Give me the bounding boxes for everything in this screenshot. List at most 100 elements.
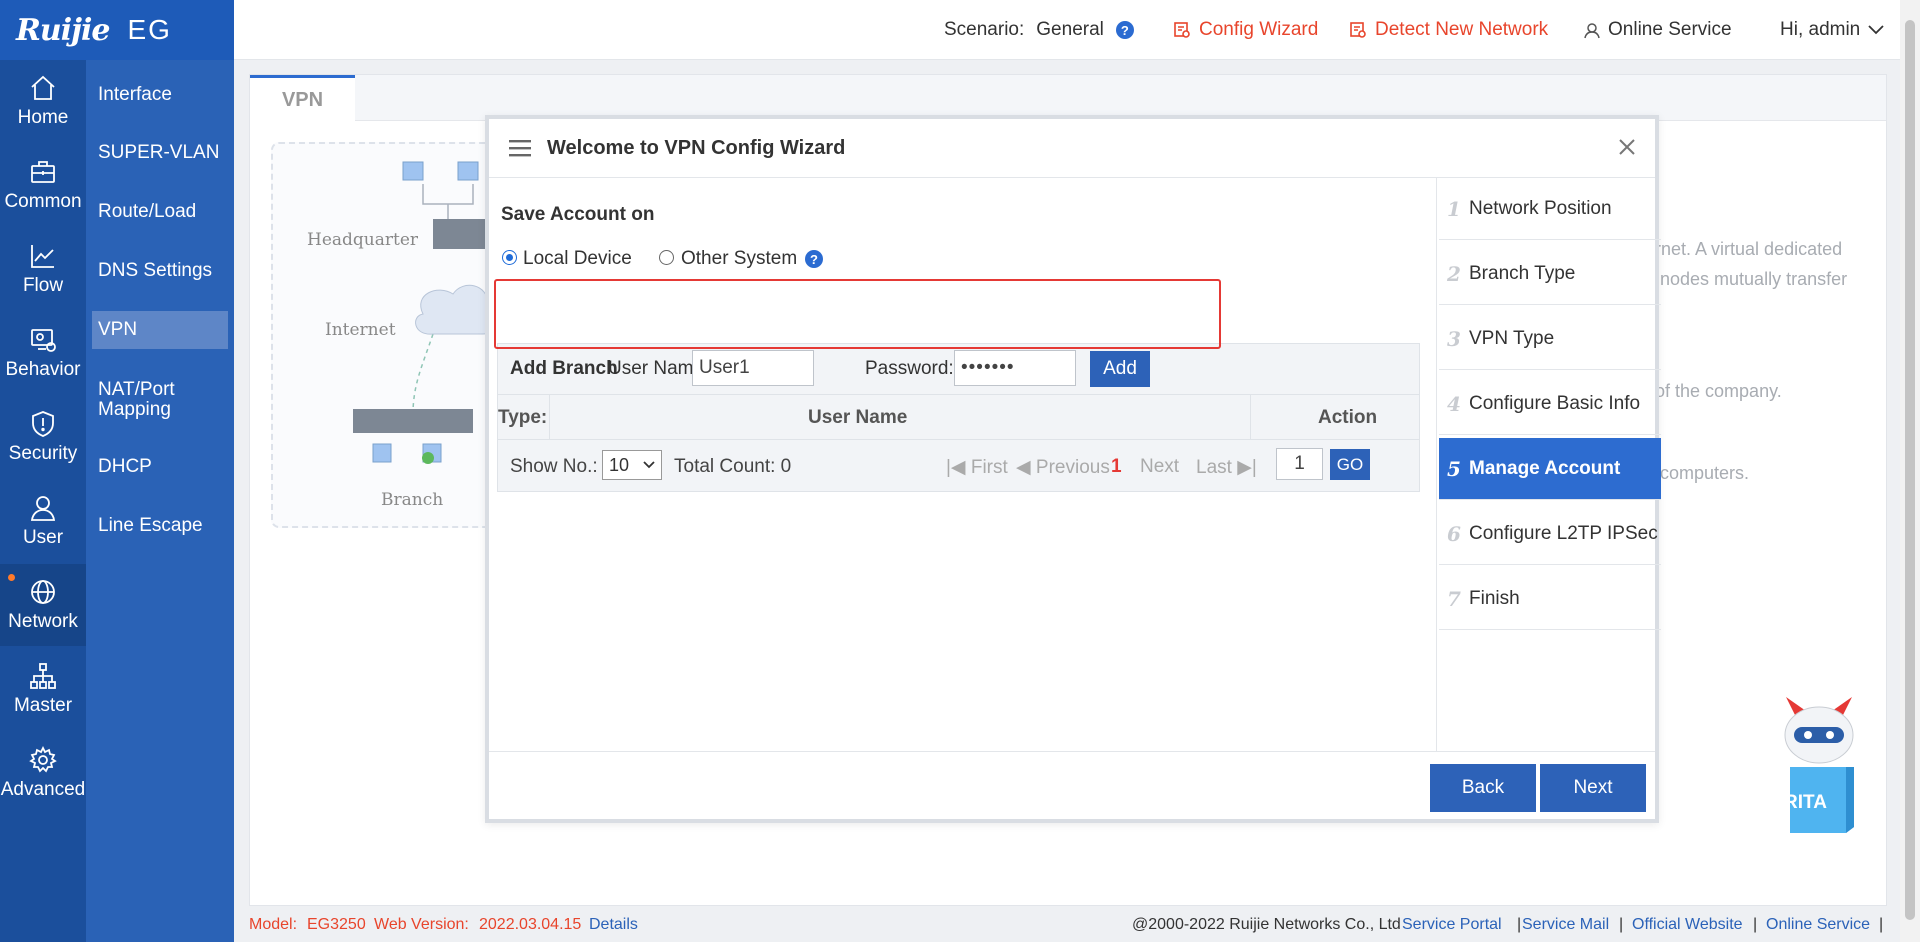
step-finish[interactable]: 7 Finish [1439, 568, 1661, 630]
nav-common[interactable]: Common [0, 144, 86, 226]
next-button[interactable]: Next [1540, 764, 1646, 812]
nav-user[interactable]: User [0, 480, 86, 562]
next-page-link[interactable]: Next [1140, 456, 1179, 478]
nav-security[interactable]: Security [0, 396, 86, 478]
nav-common-label: Common [4, 191, 82, 212]
column-divider [1250, 395, 1251, 440]
detect-icon [1350, 22, 1366, 38]
step-configure-l2tp-ipsec[interactable]: 6 Configure L2TP IPSec [1439, 503, 1661, 565]
username-column-header: User Name [808, 407, 908, 428]
step-configure-basic-info[interactable]: 4 Configure Basic Info [1439, 373, 1661, 435]
subnav-item-vpn[interactable]: VPN [92, 311, 228, 349]
goto-page-input[interactable] [1276, 448, 1323, 480]
nav-behavior-label: Behavior [5, 359, 81, 380]
radio-local-device-label: Local Device [523, 248, 632, 269]
last-page-link[interactable]: Last ▶| [1196, 456, 1257, 479]
menu-icon [509, 140, 531, 157]
online-service-footer-link[interactable]: Online Service [1766, 916, 1870, 934]
nav-flow-label: Flow [22, 275, 64, 296]
diagram-label-internet: Internet [325, 320, 396, 340]
detect-network-link[interactable]: Detect New Network [1349, 19, 1548, 41]
step-label: Configure Basic Info [1469, 392, 1641, 414]
globe-icon [31, 580, 55, 604]
vertical-scrollbar[interactable] [1900, 0, 1920, 942]
user-menu[interactable]: Hi, admin [1780, 19, 1884, 41]
background-description-line3: of the company. [1655, 381, 1782, 401]
help-icon[interactable]: ? [805, 250, 823, 268]
nav-master-label: Master [13, 695, 73, 716]
subnav-item-route-load[interactable]: Route/Load [86, 197, 234, 227]
step-network-position[interactable]: 1 Network Position [1439, 178, 1661, 240]
support-agent-icon [1584, 23, 1600, 39]
subnav-item-super-vlan[interactable]: SUPER-VLAN [86, 138, 234, 168]
nav-home[interactable]: Home [0, 60, 86, 142]
nav-master[interactable]: Master [0, 648, 86, 730]
first-page-link[interactable]: |◀ First [946, 456, 1008, 479]
subnav-item-line-escape[interactable]: Line Escape [86, 511, 234, 541]
subnav-item-dhcp[interactable]: DHCP [86, 452, 234, 482]
shield-icon [32, 411, 54, 437]
save-account-on-label: Save Account on [501, 204, 655, 225]
user-icon [30, 496, 56, 521]
step-label: Branch Type [1469, 262, 1576, 284]
last-page-icon: ▶| [1237, 457, 1257, 478]
last-page-label: Last [1196, 457, 1232, 478]
nav-behavior[interactable]: Behavior [0, 312, 86, 394]
tab-vpn[interactable]: VPN [250, 75, 355, 122]
password-label: Password: [865, 358, 954, 379]
wizard-icon [1174, 22, 1190, 38]
web-version-value: 2022.03.04.15 [479, 916, 582, 933]
add-button[interactable]: Add [1090, 351, 1150, 387]
config-wizard-link[interactable]: Config Wizard [1173, 19, 1318, 41]
footer-separator: | [1517, 916, 1522, 933]
subnav-item-interface[interactable]: Interface [86, 80, 234, 110]
subnav-item-dns-settings[interactable]: DNS Settings [86, 256, 234, 286]
previous-page-link[interactable]: ◀ Previous [1016, 456, 1110, 479]
radio-other-system[interactable] [659, 250, 674, 265]
details-link[interactable]: Details [589, 916, 638, 934]
vpn-config-wizard-dialog: Welcome to VPN Config Wizard Save Accoun… [485, 115, 1661, 823]
scenario-selector[interactable]: Scenario: General ? [944, 19, 1134, 41]
nav-network[interactable]: Network [0, 564, 86, 646]
step-label: VPN Type [1469, 327, 1555, 349]
step-manage-account[interactable]: 5 Manage Account [1439, 438, 1661, 500]
rita-assistant[interactable]: RITA [1776, 697, 1862, 833]
chart-icon [31, 245, 54, 268]
help-icon[interactable]: ? [1115, 21, 1134, 39]
scrollbar-thumb[interactable] [1905, 20, 1915, 920]
back-button[interactable]: Back [1430, 764, 1536, 812]
nav-advanced[interactable]: Advanced [0, 732, 86, 814]
service-portal-link[interactable]: Service Portal [1402, 916, 1502, 934]
background-description-line1: rnet. A virtual dedicated [1655, 239, 1843, 259]
step-number: 5 [1447, 456, 1461, 481]
copyright-text: @2000-2022 Ruijie Networks Co., Ltd [1132, 916, 1401, 933]
page-size-select[interactable]: 10 [602, 450, 662, 480]
step-vpn-type[interactable]: 3 VPN Type [1439, 308, 1661, 370]
step-branch-type[interactable]: 2 Branch Type [1439, 243, 1661, 305]
go-button[interactable]: GO [1330, 449, 1370, 480]
total-count: Total Count: 0 [674, 456, 792, 477]
radio-local-device[interactable] [502, 250, 517, 265]
step-number: 4 [1447, 391, 1461, 416]
nav-flow[interactable]: Flow [0, 228, 86, 310]
diagram-label-headquarter: Headquarter [307, 230, 419, 250]
nav-home-label: Home [17, 107, 69, 128]
online-service-label: Online Service [1608, 19, 1732, 40]
model-label: Model: [249, 916, 298, 933]
subnav-item-nat-port-mapping[interactable]: NAT/Port Mapping [86, 378, 206, 422]
behavior-icon [31, 329, 56, 352]
background-description-line2: nodes mutually transfer [1660, 269, 1848, 289]
chevron-down-icon [1868, 25, 1884, 35]
background-description-line4: computers. [1660, 463, 1750, 483]
dialog-footer: Back Next [489, 751, 1655, 823]
username-input[interactable] [692, 350, 814, 386]
previous-page-icon: ◀ [1016, 457, 1031, 478]
password-input[interactable] [954, 350, 1076, 386]
wizard-steps: 1 Network Position 2 Branch Type 3 VPN Type… [1436, 178, 1661, 751]
official-website-link[interactable]: Official Website [1632, 916, 1743, 934]
step-number: 1 [1447, 196, 1461, 221]
service-mail-link[interactable]: Service Mail [1522, 916, 1609, 934]
page-footer: Model: EG3250 Web Version: 2022.03.04.15… [249, 906, 1899, 942]
close-icon[interactable] [1613, 133, 1641, 161]
online-service-link[interactable]: Online Service [1582, 19, 1732, 41]
